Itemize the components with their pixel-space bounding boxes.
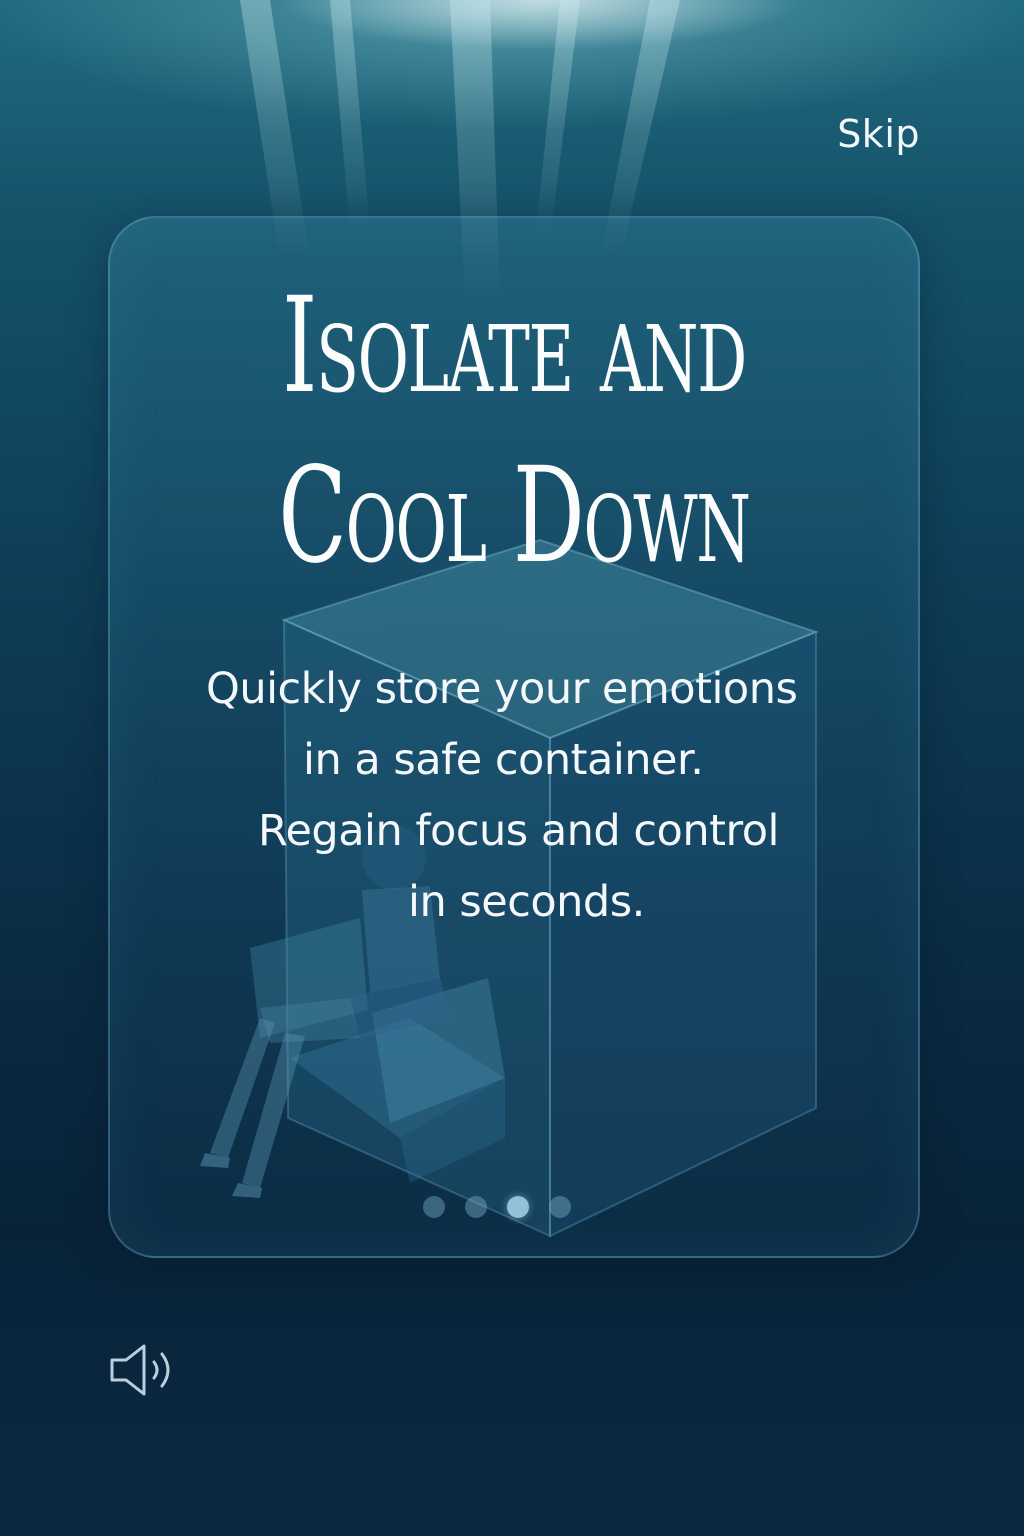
page-dot-1[interactable] [423,1196,445,1218]
onboarding-card: Isolate and Cool Down Quickly store your… [108,216,920,1258]
sound-toggle-button[interactable] [106,1340,182,1400]
description-line-2: in a safe container. [303,735,704,785]
skip-button[interactable]: Skip [837,112,920,156]
page-dot-2[interactable] [465,1196,487,1218]
speaker-icon [110,1344,170,1396]
page-dot-4[interactable] [549,1196,571,1218]
description-line-4: in seconds. [408,877,645,927]
page-indicator [110,1196,918,1218]
description-line-3: Regain focus and control [258,806,779,856]
title-line-2: Cool Down [278,439,751,593]
description-line-1: Quickly store your emotions [206,664,798,714]
title-line-1: Isolate and [282,269,747,423]
page-dot-3-active[interactable] [507,1196,529,1218]
